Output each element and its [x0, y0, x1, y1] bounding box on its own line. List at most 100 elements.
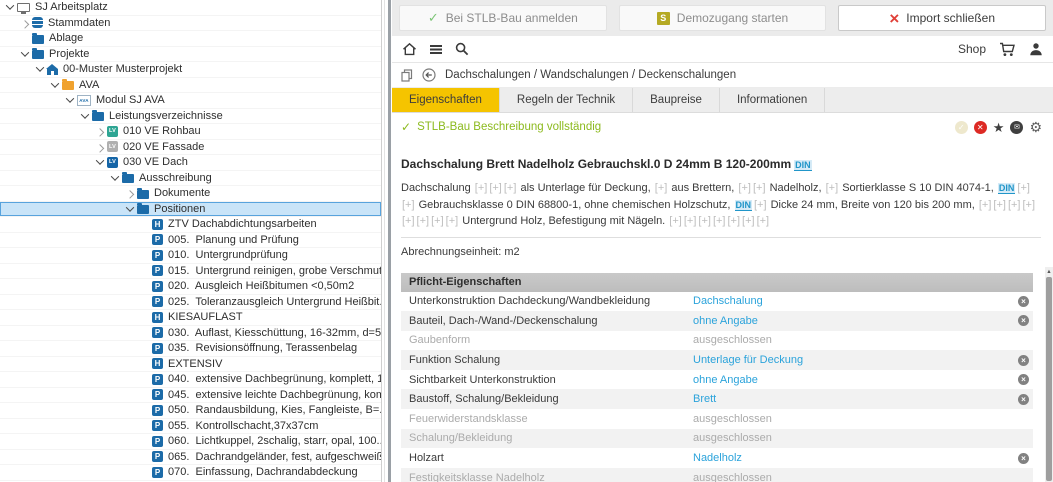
expand-plus-token[interactable]: [+]	[753, 182, 766, 194]
expand-plus-token[interactable]: [+]	[431, 215, 444, 227]
expander-closed-icon[interactable]	[19, 20, 30, 26]
tree-item[interactable]: LV020 VE Fassade	[0, 140, 381, 156]
shop-link[interactable]: Shop	[958, 42, 986, 56]
tree-item[interactable]: P040. extensive Dachbegrünung, komplett,…	[0, 372, 381, 388]
tab-baupreise[interactable]: Baupreise	[633, 88, 720, 112]
expand-plus-token[interactable]: [+]	[1023, 199, 1036, 211]
property-value[interactable]: Brett	[693, 393, 1011, 405]
stlb-login-button[interactable]: ✓ Bei STLB-Bau anmelden	[399, 5, 607, 31]
tree-item[interactable]: P050. Randausbildung, Kies, Fangleiste, …	[0, 403, 381, 419]
expander-open-icon[interactable]	[64, 97, 75, 103]
remove-value-icon[interactable]: ×	[1018, 315, 1029, 326]
property-value[interactable]: Dachschalung	[693, 295, 1011, 307]
property-value[interactable]: ohne Angabe	[693, 374, 1011, 386]
tree-item[interactable]: Projekte	[0, 47, 381, 63]
expand-plus-token[interactable]: [+]	[698, 215, 711, 227]
expander-open-icon[interactable]	[79, 113, 90, 119]
copy-icon[interactable]	[401, 69, 413, 82]
complete-check-icon[interactable]: ✓	[955, 121, 968, 134]
expand-plus-token[interactable]: [+]	[1008, 199, 1021, 211]
expand-plus-token[interactable]: [+]	[738, 182, 751, 194]
expander-open-icon[interactable]	[19, 51, 30, 57]
tree-item[interactable]: Stammdaten	[0, 16, 381, 32]
expand-plus-token[interactable]: [+]	[417, 215, 430, 227]
expander-open-icon[interactable]	[34, 66, 45, 72]
tree-item[interactable]: P015. Untergrund reinigen, grobe Verschm…	[0, 264, 381, 280]
expander-open-icon[interactable]	[4, 4, 15, 10]
expander-open-icon[interactable]	[49, 82, 60, 88]
search-icon[interactable]	[455, 42, 469, 56]
demo-access-button[interactable]: S Demozugang starten	[619, 5, 827, 31]
remove-value-icon[interactable]: ×	[1018, 394, 1029, 405]
remove-value-icon[interactable]: ×	[1018, 296, 1029, 307]
tree-item[interactable]: P065. Dachrandgeländer, fest, aufgeschwe…	[0, 450, 381, 466]
tree-item[interactable]: P025. Toleranzausgleich Untergrund Heißb…	[0, 295, 381, 311]
tree-item[interactable]: Positionen	[0, 202, 381, 218]
home-icon[interactable]	[402, 42, 417, 56]
tree-item[interactable]: Ablage	[0, 31, 381, 47]
din-badge[interactable]: DIN	[735, 200, 753, 211]
expand-plus-token[interactable]: [+]	[727, 215, 740, 227]
expander-closed-icon[interactable]	[94, 128, 105, 134]
expander-open-icon[interactable]	[109, 175, 120, 181]
din-badge[interactable]: DIN	[794, 160, 812, 171]
expander-closed-icon[interactable]	[124, 190, 135, 196]
tree-item[interactable]: P070. Einfassung, Dachrandabdeckung	[0, 465, 381, 481]
expand-plus-token[interactable]: [+]	[684, 215, 697, 227]
remove-value-icon[interactable]: ×	[1018, 355, 1029, 366]
tab-informationen[interactable]: Informationen	[720, 88, 825, 112]
expand-plus-token[interactable]: [+]	[669, 215, 682, 227]
back-icon[interactable]	[422, 68, 436, 82]
remove-value-icon[interactable]: ×	[1018, 374, 1029, 385]
user-account-icon[interactable]	[1029, 42, 1043, 56]
expand-plus-token[interactable]: [+]	[489, 182, 502, 194]
tree-item[interactable]: 00-Muster Musterprojekt	[0, 62, 381, 78]
tree-item[interactable]: HEXTENSIV	[0, 357, 381, 373]
tree-item[interactable]: Dokumente	[0, 186, 381, 202]
expand-plus-token[interactable]: [+]	[757, 215, 770, 227]
menu-icon[interactable]	[430, 44, 442, 55]
expander-open-icon[interactable]	[94, 159, 105, 165]
expand-plus-token[interactable]: [+]	[1017, 182, 1030, 194]
expand-plus-token[interactable]: [+]	[402, 199, 415, 211]
tree-item[interactable]: P010. Untergrundprüfung	[0, 248, 381, 264]
expander-closed-icon[interactable]	[94, 144, 105, 150]
tree-item[interactable]: Leistungsverzeichnisse	[0, 109, 381, 125]
expand-plus-token[interactable]: [+]	[504, 182, 517, 194]
close-import-button[interactable]: × Import schließen	[838, 5, 1046, 31]
tree-item[interactable]: HKIESAUFLAST	[0, 310, 381, 326]
tree-item[interactable]: SJ Arbeitsplatz	[0, 0, 381, 16]
expand-plus-token[interactable]: [+]	[713, 215, 726, 227]
tree-item[interactable]: P030. Auflast, Kiesschüttung, 16-32mm, d…	[0, 326, 381, 342]
tab-eigenschaften[interactable]: Eigenschaften	[392, 88, 500, 112]
cart-icon[interactable]	[999, 42, 1016, 57]
expander-open-icon[interactable]	[124, 206, 135, 212]
table-scrollbar[interactable]: ▲	[1045, 267, 1053, 482]
tree-item[interactable]: P045. extensive leichte Dachbegrünung, k…	[0, 388, 381, 404]
mail-icon[interactable]: ✉	[1010, 121, 1023, 134]
remove-value-icon[interactable]: ×	[1018, 453, 1029, 464]
expand-plus-token[interactable]: [+]	[742, 215, 755, 227]
expand-plus-token[interactable]: [+]	[993, 199, 1006, 211]
tree-item[interactable]: P055. Kontrollschacht,37x37cm	[0, 419, 381, 435]
tree-item[interactable]: AVAModul SJ AVA	[0, 93, 381, 109]
expand-plus-token[interactable]: [+]	[826, 182, 839, 194]
tree-item[interactable]: HZTV Dachabdichtungsarbeiten	[0, 217, 381, 233]
expand-plus-token[interactable]: [+]	[475, 182, 488, 194]
tree-item[interactable]: P035. Revisionsöffnung, Terassenbelag	[0, 341, 381, 357]
tree-item[interactable]: LV030 VE Dach	[0, 155, 381, 171]
expand-plus-token[interactable]: [+]	[979, 199, 992, 211]
discard-icon[interactable]: ✕	[974, 121, 987, 134]
settings-gear-icon[interactable]: ⚙	[1029, 120, 1042, 134]
expand-plus-token[interactable]: [+]	[402, 215, 415, 227]
tree-item[interactable]: AVA	[0, 78, 381, 94]
favorite-star-icon[interactable]: ★	[993, 121, 1005, 134]
tab-regeln-der-technik[interactable]: Regeln der Technik	[500, 88, 633, 112]
din-badge[interactable]: DIN	[998, 183, 1016, 194]
scrollbar-thumb[interactable]	[1046, 277, 1052, 481]
scroll-up-icon[interactable]: ▲	[1045, 267, 1053, 276]
expand-plus-token[interactable]: [+]	[754, 199, 767, 211]
tree-item[interactable]: Ausschreibung	[0, 171, 381, 187]
panel-splitter[interactable]	[381, 0, 392, 482]
tree-item[interactable]: P005. Planung und Prüfung	[0, 233, 381, 249]
